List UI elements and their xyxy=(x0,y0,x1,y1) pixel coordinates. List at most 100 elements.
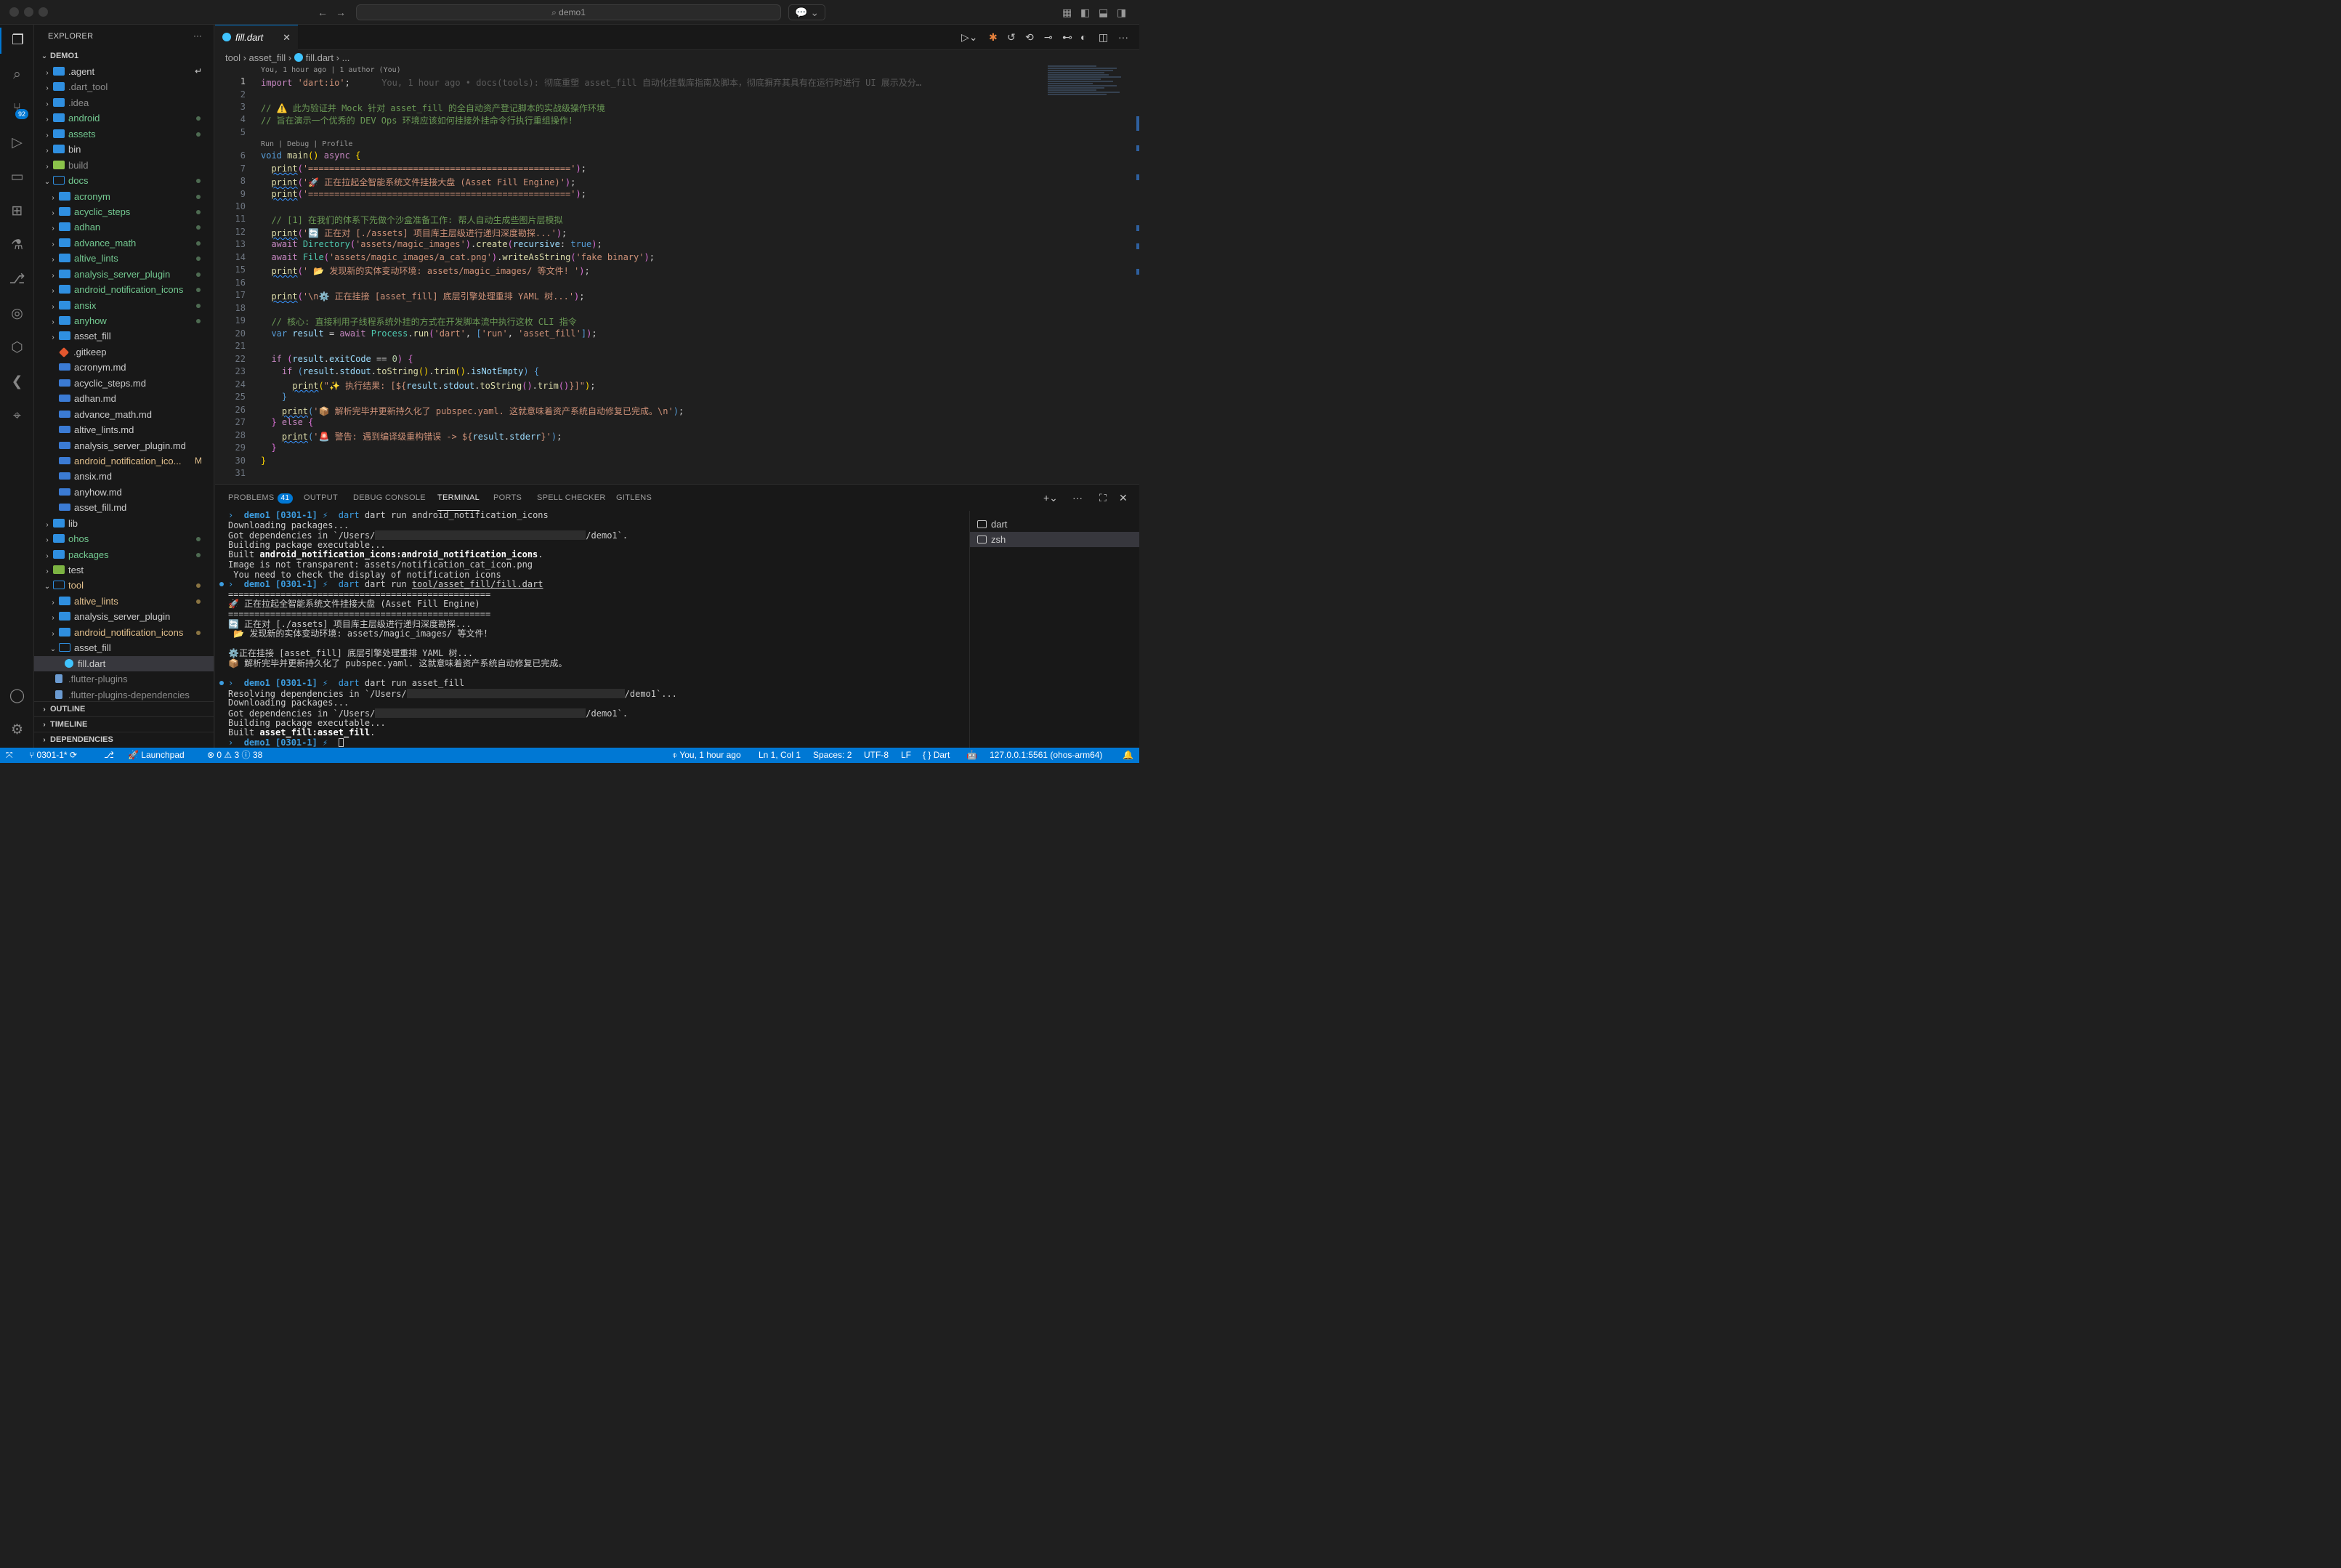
codelens-run-debug-profile[interactable]: Run | Debug | Profile xyxy=(261,140,352,148)
codelens-blame[interactable]: You, 1 hour ago | 1 author (You) xyxy=(261,66,401,74)
tree-item[interactable]: asset_fill.md xyxy=(34,500,214,515)
tab-fill-dart[interactable]: fill.dart ✕ xyxy=(215,25,298,50)
accounts-icon[interactable]: ◯ xyxy=(0,683,34,709)
cursor-position[interactable]: Ln 1, Col 1 xyxy=(759,748,801,763)
tree-item[interactable]: › assets xyxy=(34,126,214,142)
tree-item[interactable]: acyclic_steps.md xyxy=(34,376,214,391)
manage-gear-icon[interactable]: ⚙ xyxy=(0,717,34,743)
terminal-tab-zsh[interactable]: zsh xyxy=(970,532,1139,547)
maximize-panel-icon[interactable]: ⛶ xyxy=(1099,492,1107,504)
toggle-secondary-sidebar-icon[interactable]: ◨ xyxy=(1117,6,1126,19)
tab-debug-console[interactable]: DEBUG CONSOLE xyxy=(353,485,426,511)
notifications-bell-icon[interactable]: 🔔 xyxy=(1123,748,1133,763)
container-icon[interactable]: ⬡ xyxy=(0,335,34,361)
tree-item[interactable]: android_notification_ico... M xyxy=(34,453,214,469)
tree-item[interactable]: › .idea xyxy=(34,95,214,110)
tree-item[interactable]: ⌄ tool xyxy=(34,578,214,593)
git-graph-icon[interactable]: ⎇ xyxy=(0,267,34,293)
split-editor-icon[interactable]: ◫ xyxy=(1099,31,1108,44)
previous-change-icon[interactable]: ⊸ xyxy=(1044,31,1053,44)
tree-item[interactable]: adhan.md xyxy=(34,391,214,406)
tree-item[interactable]: .flutter-plugins-dependencies xyxy=(34,687,214,703)
tree-item[interactable]: › altive_lints xyxy=(34,594,214,609)
run-dropdown-icon[interactable]: ▷⌄ xyxy=(961,31,978,44)
customize-layout-icon[interactable]: ▦ xyxy=(1062,6,1072,19)
tab-problems[interactable]: PROBLEMS 41 xyxy=(228,485,294,511)
tree-item[interactable]: analysis_server_plugin.md xyxy=(34,438,214,453)
outline-section[interactable]: › OUTLINE xyxy=(34,701,214,716)
explorer-more-icon[interactable]: ··· xyxy=(193,25,202,48)
toggle-primary-sidebar-icon[interactable]: ◧ xyxy=(1080,6,1090,19)
tree-item[interactable]: › android_notification_icons xyxy=(34,625,214,640)
tree-item[interactable]: › android_notification_icons xyxy=(34,282,214,297)
code-editor[interactable]: You, 1 hour ago | 1 author (You) Run | D… xyxy=(215,65,1139,484)
git-branch-item[interactable]: ⑂ 0301-1* ⟳ xyxy=(29,748,77,763)
tree-item[interactable]: › ohos xyxy=(34,531,214,546)
device-selector[interactable]: 127.0.0.1:5561 (ohos-arm64) xyxy=(990,748,1102,763)
tree-item[interactable]: › analysis_server_plugin xyxy=(34,267,214,282)
terminal-tab-dart[interactable]: dart xyxy=(970,517,1139,532)
tree-item[interactable]: › lib xyxy=(34,516,214,531)
toggle-panel-icon[interactable]: ⬓ xyxy=(1099,6,1108,19)
tree-item[interactable]: ⌄ docs xyxy=(34,173,214,188)
tree-item[interactable]: › bin xyxy=(34,142,214,157)
tree-item[interactable]: › acronym xyxy=(34,189,214,204)
gitlens-compare-icon[interactable]: ⟲ xyxy=(1025,31,1034,44)
testing-icon[interactable]: ⚗ xyxy=(0,233,34,259)
run-debug-icon[interactable]: ▷ xyxy=(0,130,34,156)
tree-item[interactable]: › build xyxy=(34,158,214,173)
tree-item[interactable]: › android xyxy=(34,110,214,126)
extensions-icon[interactable]: ⊞ xyxy=(0,198,34,225)
tree-item[interactable]: .flutter-plugins xyxy=(34,671,214,687)
gitlens-icon[interactable]: ◎ xyxy=(0,301,34,327)
explorer-icon[interactable]: ❐ xyxy=(0,28,34,54)
tab-spell-checker[interactable]: SPELL CHECKER xyxy=(537,485,606,511)
tree-item[interactable]: altive_lints.md xyxy=(34,422,214,437)
tree-item[interactable]: acronym.md xyxy=(34,360,214,375)
command-decoration-icon[interactable] xyxy=(219,681,224,685)
flutter-icon[interactable]: ❮ xyxy=(0,369,34,395)
tree-item[interactable]: › acyclic_steps xyxy=(34,204,214,219)
workspace-root[interactable]: ⌄ DEMO1 xyxy=(34,48,214,64)
new-terminal-icon[interactable]: +⌄ xyxy=(1043,492,1058,504)
flutter-hot-reload-icon[interactable]: ✱ xyxy=(989,31,998,44)
tree-item[interactable]: › analysis_server_plugin xyxy=(34,609,214,624)
remote-explorer-icon[interactable]: ▭ xyxy=(0,164,34,190)
tree-item[interactable]: fill.dart xyxy=(34,655,214,672)
tree-item[interactable]: › asset_fill xyxy=(34,328,214,344)
language-mode[interactable]: { } Dart xyxy=(923,748,950,763)
tree-item[interactable]: › altive_lints xyxy=(34,251,214,266)
forward-arrow-icon[interactable]: → xyxy=(336,6,346,19)
tab-output[interactable]: OUTPUT xyxy=(304,485,338,511)
tree-item[interactable]: › test xyxy=(34,562,214,578)
blame-item[interactable]: ⌽ You, 1 hour ago xyxy=(672,748,741,763)
timeline-section[interactable]: › TIMELINE xyxy=(34,716,214,732)
tree-item[interactable]: ansix.md xyxy=(34,469,214,484)
launchpad-item[interactable]: 🚀 Launchpad xyxy=(128,748,185,763)
tree-item[interactable]: › advance_math xyxy=(34,235,214,251)
panel-more-icon[interactable]: ··· xyxy=(1072,492,1083,504)
tree-item[interactable]: › adhan xyxy=(34,219,214,235)
tree-item[interactable]: › ansix xyxy=(34,298,214,313)
tree-item[interactable]: anyhow.md xyxy=(34,485,214,500)
close-panel-icon[interactable]: ✕ xyxy=(1119,492,1128,504)
end-of-line[interactable]: LF xyxy=(901,748,911,763)
command-center-search[interactable]: ⌕ demo1 xyxy=(356,4,781,20)
dependencies-section[interactable]: › DEPENDENCIES xyxy=(34,732,214,747)
tree-item[interactable]: › .agent ↵ xyxy=(34,64,214,79)
tab-terminal[interactable]: TERMINAL xyxy=(437,485,480,511)
search-icon[interactable]: ⌕ xyxy=(0,62,34,88)
tree-item[interactable]: › .dart_tool xyxy=(34,79,214,94)
window-zoom-button[interactable] xyxy=(39,7,48,17)
gitlens-graph-icon[interactable]: ⎇ xyxy=(104,748,114,763)
back-arrow-icon[interactable]: ← xyxy=(318,6,328,19)
tree-item[interactable]: › packages xyxy=(34,547,214,562)
copilot-icon[interactable]: 🤖 xyxy=(966,748,977,763)
tab-ports[interactable]: PORTS xyxy=(493,485,522,511)
encoding[interactable]: UTF-8 xyxy=(864,748,889,763)
window-close-button[interactable] xyxy=(9,7,19,17)
more-actions-icon[interactable]: ··· xyxy=(1118,31,1128,43)
indentation[interactable]: Spaces: 2 xyxy=(813,748,852,763)
editor-scrollbar[interactable] xyxy=(1129,65,1139,484)
tab-gitlens[interactable]: GITLENS xyxy=(616,485,652,511)
